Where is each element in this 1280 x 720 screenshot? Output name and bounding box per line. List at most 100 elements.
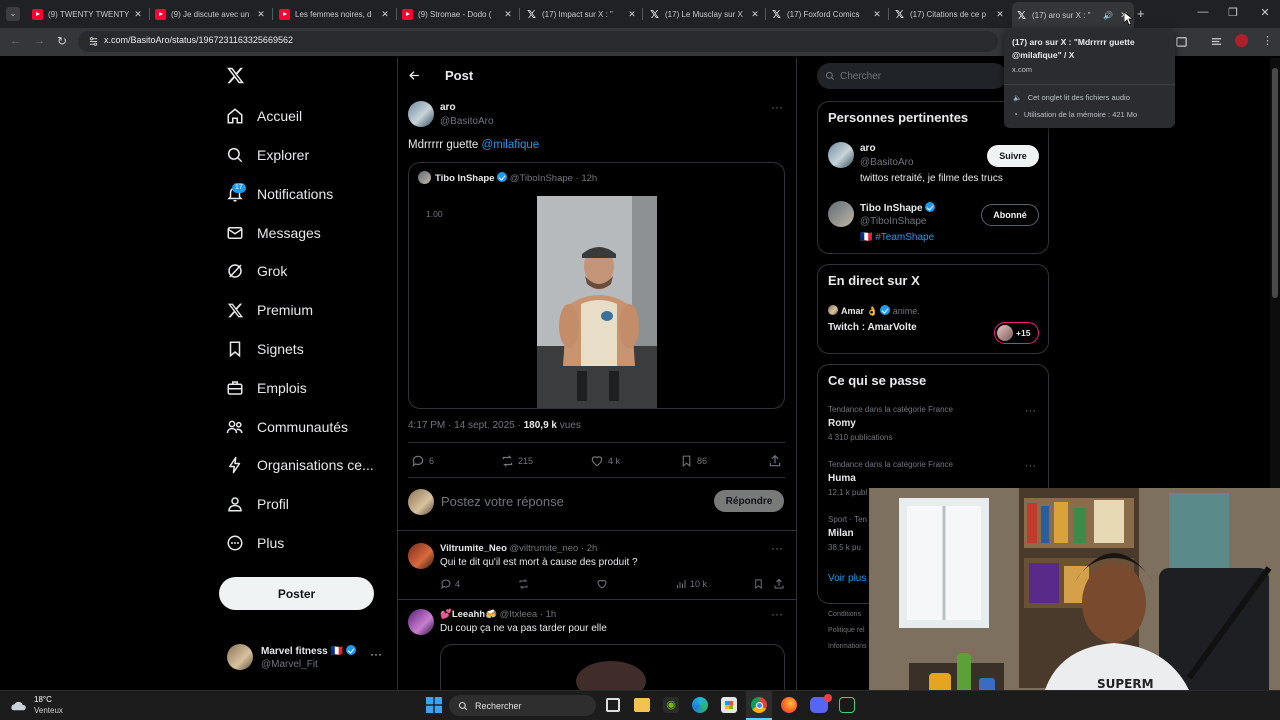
discord-icon[interactable] — [810, 694, 832, 713]
avatar[interactable] — [828, 201, 854, 227]
close-icon[interactable]: ✕ — [132, 9, 144, 20]
avatar[interactable] — [408, 543, 434, 569]
new-tab-button[interactable]: + — [1137, 6, 1145, 21]
app-icon[interactable] — [839, 697, 855, 713]
tab-5[interactable]: 𝕏 (17) Le Musclay sur X ✕ — [645, 4, 765, 24]
share-icon[interactable] — [773, 578, 785, 590]
reload-icon[interactable]: ↻ — [57, 34, 67, 48]
like-action[interactable]: 4 k — [590, 454, 620, 468]
reply-author-handle[interactable]: @Itxleea — [500, 609, 538, 620]
live-stream-title[interactable]: Twitch : AmarVolte — [828, 322, 917, 333]
reply-action[interactable]: 4 — [440, 578, 460, 590]
trend-name[interactable]: Huma — [828, 473, 856, 484]
tab-4[interactable]: 𝕏 (17) Impact sur X : " ✕ — [522, 4, 642, 24]
sidebar-item-organisations[interactable]: Organisations ce... — [219, 448, 389, 482]
person-name[interactable]: aro — [860, 143, 876, 154]
reply-author-name[interactable]: Viltrumite_Neo — [440, 543, 507, 554]
mention-link[interactable]: @milafique — [482, 139, 540, 151]
chrome-taskbar-active[interactable] — [746, 691, 772, 720]
profile-avatar[interactable] — [1235, 34, 1248, 47]
weather-temp[interactable]: 18°C — [34, 695, 52, 704]
footer-link[interactable]: Politique rel — [828, 627, 865, 634]
bookmark-action[interactable]: 86 — [680, 454, 707, 468]
tab-1[interactable]: (9) Je discute avec un ✕ — [151, 4, 271, 24]
close-icon[interactable]: ✕ — [255, 9, 267, 20]
reply-button[interactable]: Répondre — [714, 490, 784, 512]
reply-author-name[interactable]: 💕Leeahh🍻 — [440, 609, 497, 620]
minimize-button[interactable]: — — [1188, 6, 1218, 18]
reply-author-handle[interactable]: @viltrumite_neo — [510, 543, 579, 554]
sidebar-item-accueil[interactable]: Accueil — [219, 99, 389, 133]
sidepanel-icon[interactable] — [1210, 35, 1223, 48]
extensions-icon[interactable] — [1175, 35, 1188, 48]
scrollbar-thumb[interactable] — [1272, 68, 1278, 298]
close-window-button[interactable]: ✕ — [1250, 6, 1280, 19]
sidebar-item-communautes[interactable]: Communautés — [219, 410, 389, 444]
close-icon[interactable]: ✕ — [994, 9, 1006, 20]
more-icon[interactable]: ··· — [1025, 405, 1036, 417]
windows-start-icon[interactable] — [426, 697, 442, 713]
sidebar-item-notifications[interactable]: 17 Notifications — [219, 177, 389, 211]
speaker-icon[interactable]: 🔊 — [1102, 11, 1114, 20]
weather-icon[interactable] — [10, 698, 28, 712]
more-icon[interactable]: ··· — [1025, 460, 1036, 472]
weather-desc[interactable]: Venteux — [34, 706, 63, 715]
back-icon[interactable]: ← — [10, 35, 21, 47]
sidebar-item-profil[interactable]: Profil — [219, 487, 389, 521]
sidebar-item-signets[interactable]: Signets — [219, 332, 389, 366]
heart-icon[interactable] — [596, 578, 608, 590]
sidebar-item-plus[interactable]: Plus — [219, 526, 389, 560]
repost-icon[interactable] — [517, 578, 530, 590]
person-name[interactable]: Tibo InShape — [860, 202, 936, 214]
bookmark-icon[interactable] — [753, 578, 764, 590]
site-info-icon[interactable] — [88, 36, 99, 47]
close-icon[interactable]: ✕ — [626, 9, 638, 20]
post-button[interactable]: Poster — [219, 577, 374, 610]
search-input[interactable]: Chercher — [817, 63, 1007, 89]
close-icon[interactable]: ✕ — [749, 9, 761, 20]
nvidia-icon[interactable]: ◉ — [663, 697, 679, 713]
see-more-link[interactable]: Voir plus — [828, 573, 866, 584]
tab-active[interactable]: 𝕏 (17) aro sur X : " 🔊 ✕ — [1012, 2, 1134, 28]
file-explorer-icon[interactable] — [634, 698, 650, 712]
reply-media[interactable] — [440, 644, 785, 690]
tab-6[interactable]: 𝕏 (17) Foxford Comics ✕ — [767, 4, 887, 24]
x-logo[interactable] — [226, 66, 245, 85]
tab-3[interactable]: (9) Stromae - Dodo ( ✕ — [398, 4, 518, 24]
footer-link[interactable]: Informations — [828, 643, 867, 650]
trend-name[interactable]: Romy — [828, 418, 856, 429]
firefox-icon[interactable] — [781, 697, 797, 713]
avatar[interactable] — [408, 609, 434, 635]
follow-button[interactable]: Suivre — [987, 145, 1039, 167]
forward-icon[interactable]: → — [34, 35, 45, 47]
maximize-button[interactable]: ❐ — [1218, 6, 1248, 19]
post-author-handle[interactable]: @BasitoAro — [440, 116, 494, 127]
tab-7[interactable]: 𝕏 (17) Citations de ce p ✕ — [890, 4, 1010, 24]
footer-link[interactable]: Conditions — [828, 611, 861, 618]
sidebar-item-grok[interactable]: Grok — [219, 254, 389, 288]
close-icon[interactable]: ✕ — [379, 9, 391, 20]
share-icon[interactable] — [768, 454, 782, 468]
store-icon[interactable] — [721, 697, 737, 713]
close-icon[interactable]: ✕ — [502, 9, 514, 20]
task-view-icon[interactable] — [606, 698, 620, 712]
avatar[interactable] — [828, 142, 854, 168]
close-icon[interactable]: ✕ — [871, 9, 883, 20]
account-switcher[interactable]: Marvel fitness 🇫🇷 @Marvel_Fit ··· — [227, 643, 387, 675]
live-participants[interactable]: +15 — [994, 322, 1039, 344]
quoted-video[interactable] — [537, 196, 657, 408]
repost-action[interactable]: 215 — [500, 454, 533, 468]
sidebar-item-explorer[interactable]: Explorer — [219, 138, 389, 172]
person-handle[interactable]: @BasitoAro — [860, 157, 914, 168]
sidebar-item-premium[interactable]: Premium — [219, 293, 389, 327]
sidebar-item-emplois[interactable]: Emplois — [219, 371, 389, 405]
reply-action[interactable]: 6 — [411, 454, 434, 468]
post-author-name[interactable]: aro — [440, 102, 456, 113]
more-icon[interactable]: ··· — [370, 647, 382, 661]
trend-name[interactable]: Milan — [828, 528, 854, 539]
person-handle[interactable]: @TiboInShape — [860, 216, 927, 227]
following-button[interactable]: Abonné — [981, 204, 1039, 226]
taskbar-search[interactable]: Rechercher — [449, 695, 596, 716]
sidebar-item-messages[interactable]: Messages — [219, 216, 389, 250]
avatar[interactable] — [408, 101, 434, 127]
